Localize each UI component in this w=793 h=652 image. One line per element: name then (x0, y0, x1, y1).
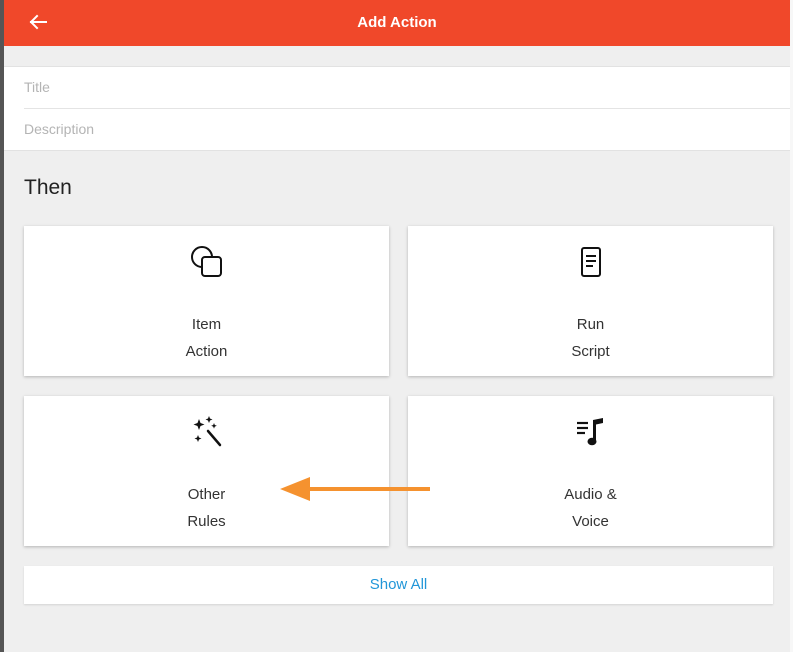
run-script-label-line2: Script (571, 343, 610, 360)
music-list-icon (408, 412, 773, 452)
description-field-row (24, 109, 790, 150)
audio-voice-label: Audio & Voice (408, 481, 773, 535)
magic-wand-icon (24, 412, 389, 452)
title-field-row (24, 67, 790, 109)
run-script-card[interactable]: Run Script (408, 226, 773, 376)
item-action-label: Item Action (24, 311, 389, 365)
item-action-card[interactable]: Item Action (24, 226, 389, 376)
audio-voice-label-line1: Audio & (564, 486, 617, 503)
item-action-label-line2: Action (185, 343, 228, 360)
show-all-button[interactable]: Show All (24, 566, 773, 604)
action-form (4, 66, 790, 151)
other-rules-card[interactable]: Other Rules (24, 396, 389, 546)
run-script-label-line1: Run (576, 316, 605, 333)
other-rules-label-line2: Rules (187, 513, 226, 530)
title-input[interactable] (24, 67, 764, 107)
item-shapes-icon (24, 242, 389, 282)
app-window: Add Action Then Item Action (4, 0, 790, 652)
app-header: Add Action (4, 0, 790, 46)
description-input[interactable] (24, 109, 764, 149)
section-title: Then (24, 176, 72, 199)
script-document-icon (408, 242, 773, 282)
page-title: Add Action (357, 14, 437, 31)
annotation-arrow-icon (280, 477, 430, 501)
audio-voice-card[interactable]: Audio & Voice (408, 396, 773, 546)
run-script-label: Run Script (408, 311, 773, 365)
item-action-label-line1: Item (191, 316, 222, 333)
audio-voice-label-line2: Voice (572, 513, 609, 530)
